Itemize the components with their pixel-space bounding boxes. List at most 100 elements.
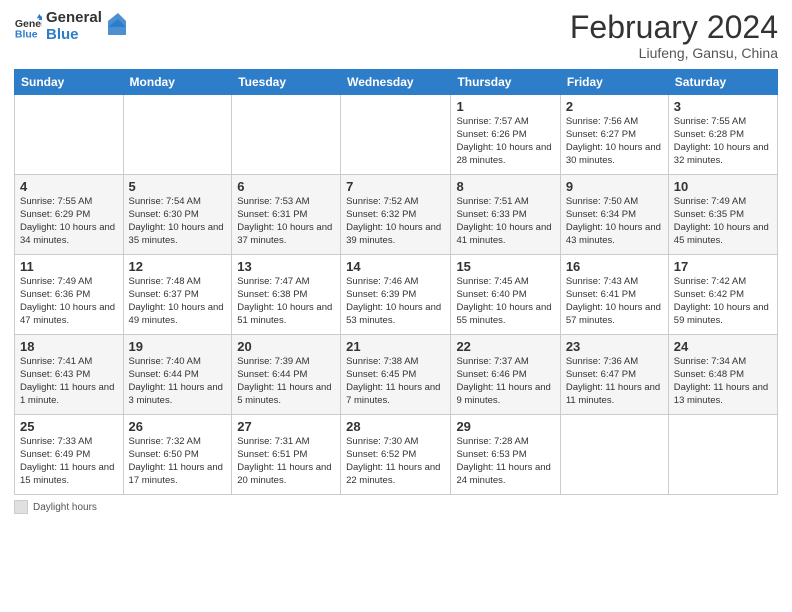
location: Liufeng, Gansu, China <box>570 45 778 61</box>
calendar-cell: 27Sunrise: 7:31 AM Sunset: 6:51 PM Dayli… <box>232 415 341 495</box>
day-number: 7 <box>346 179 445 194</box>
calendar-cell: 23 Sunrise: 7:36 AM Sunset: 6:47 PM Dayli… <box>560 335 668 415</box>
day-number: 5 <box>129 179 227 194</box>
day-info: Sunrise: 7:38 AM Sunset: 6:45 PM Dayligh… <box>346 356 445 407</box>
calendar-cell: 6 Sunrise: 7:53 AM Sunset: 6:31 PM Daylig… <box>232 175 341 255</box>
day-info: Sunrise: 7:34 AM Sunset: 6:48 PM Dayligh… <box>674 356 772 407</box>
day-info: Sunrise: 7:28 AM Sunset: 6:53 PM Dayligh… <box>456 436 554 487</box>
calendar-cell: 16 Sunrise: 7:43 AM Sunset: 6:41 PM Dayli… <box>560 255 668 335</box>
calendar-header-wednesday: Wednesday <box>341 70 451 95</box>
calendar-cell <box>560 415 668 495</box>
day-info: Sunrise: 7:49 AM Sunset: 6:36 PM Dayligh… <box>20 276 118 327</box>
calendar-header-friday: Friday <box>560 70 668 95</box>
legend-box <box>14 500 28 514</box>
calendar-week-0: 1 Sunrise: 7:57 AM Sunset: 6:26 PM Daylig… <box>15 95 778 175</box>
day-info: Sunrise: 7:57 AM Sunset: 6:26 PM Dayligh… <box>456 116 554 167</box>
day-number: 16 <box>566 259 663 274</box>
footer: Daylight hours <box>14 500 778 514</box>
day-number: 20 <box>237 339 335 354</box>
calendar-cell: 5Sunrise: 7:54 AM Sunset: 6:30 PM Daylig… <box>123 175 232 255</box>
day-info: Sunrise: 7:42 AM Sunset: 6:42 PM Dayligh… <box>674 276 772 327</box>
day-number: 1 <box>456 99 554 114</box>
calendar-cell: 28Sunrise: 7:30 AM Sunset: 6:52 PM Dayli… <box>341 415 451 495</box>
logo-blue: Blue <box>46 27 102 44</box>
day-number: 19 <box>129 339 227 354</box>
title-block: February 2024 Liufeng, Gansu, China <box>570 10 778 61</box>
day-number: 25 <box>20 419 118 434</box>
day-number: 3 <box>674 99 772 114</box>
day-number: 10 <box>674 179 772 194</box>
calendar-cell: 14 Sunrise: 7:46 AM Sunset: 6:39 PM Dayli… <box>341 255 451 335</box>
calendar-cell: 26Sunrise: 7:32 AM Sunset: 6:50 PM Dayli… <box>123 415 232 495</box>
day-info: Sunrise: 7:46 AM Sunset: 6:39 PM Dayligh… <box>346 276 445 327</box>
calendar-header-sunday: Sunday <box>15 70 124 95</box>
day-number: 14 <box>346 259 445 274</box>
calendar-cell: 8 Sunrise: 7:51 AM Sunset: 6:33 PM Daylig… <box>451 175 560 255</box>
day-info: Sunrise: 7:36 AM Sunset: 6:47 PM Dayligh… <box>566 356 663 407</box>
calendar-header-row: SundayMondayTuesdayWednesdayThursdayFrid… <box>15 70 778 95</box>
day-number: 28 <box>346 419 445 434</box>
day-info: Sunrise: 7:37 AM Sunset: 6:46 PM Dayligh… <box>456 356 554 407</box>
calendar-cell <box>668 415 777 495</box>
day-info: Sunrise: 7:39 AM Sunset: 6:44 PM Dayligh… <box>237 356 335 407</box>
day-number: 15 <box>456 259 554 274</box>
footer-legend: Daylight hours <box>14 500 97 514</box>
calendar-week-2: 11 Sunrise: 7:49 AM Sunset: 6:36 PM Dayli… <box>15 255 778 335</box>
calendar-cell: 2 Sunrise: 7:56 AM Sunset: 6:27 PM Daylig… <box>560 95 668 175</box>
calendar-header-monday: Monday <box>123 70 232 95</box>
calendar-cell: 4 Sunrise: 7:55 AM Sunset: 6:29 PM Daylig… <box>15 175 124 255</box>
day-number: 4 <box>20 179 118 194</box>
calendar-week-1: 4 Sunrise: 7:55 AM Sunset: 6:29 PM Daylig… <box>15 175 778 255</box>
month-title: February 2024 <box>570 10 778 45</box>
logo-wave-icon <box>108 13 126 35</box>
calendar-cell: 22Sunrise: 7:37 AM Sunset: 6:46 PM Dayli… <box>451 335 560 415</box>
logo-general: General <box>46 10 102 27</box>
calendar-table: SundayMondayTuesdayWednesdayThursdayFrid… <box>14 69 778 495</box>
calendar-cell <box>15 95 124 175</box>
calendar-cell: 24Sunrise: 7:34 AM Sunset: 6:48 PM Dayli… <box>668 335 777 415</box>
day-info: Sunrise: 7:47 AM Sunset: 6:38 PM Dayligh… <box>237 276 335 327</box>
day-number: 9 <box>566 179 663 194</box>
day-info: Sunrise: 7:32 AM Sunset: 6:50 PM Dayligh… <box>129 436 227 487</box>
header: General Blue General Blue February 2024 … <box>14 10 778 61</box>
day-number: 8 <box>456 179 554 194</box>
day-info: Sunrise: 7:45 AM Sunset: 6:40 PM Dayligh… <box>456 276 554 327</box>
day-number: 23 <box>566 339 663 354</box>
day-number: 21 <box>346 339 445 354</box>
calendar-cell: 17 Sunrise: 7:42 AM Sunset: 6:42 PM Dayli… <box>668 255 777 335</box>
calendar-week-3: 18Sunrise: 7:41 AM Sunset: 6:43 PM Dayli… <box>15 335 778 415</box>
calendar-cell: 11 Sunrise: 7:49 AM Sunset: 6:36 PM Dayli… <box>15 255 124 335</box>
calendar-cell: 12Sunrise: 7:48 AM Sunset: 6:37 PM Dayli… <box>123 255 232 335</box>
legend-label: Daylight hours <box>33 502 97 513</box>
logo-icon: General Blue <box>14 13 42 41</box>
day-info: Sunrise: 7:55 AM Sunset: 6:29 PM Dayligh… <box>20 196 118 247</box>
day-number: 11 <box>20 259 118 274</box>
day-number: 6 <box>237 179 335 194</box>
calendar-cell: 19 Sunrise: 7:40 AM Sunset: 6:44 PM Dayli… <box>123 335 232 415</box>
page: General Blue General Blue February 2024 … <box>0 0 792 612</box>
calendar-week-4: 25 Sunrise: 7:33 AM Sunset: 6:49 PM Dayli… <box>15 415 778 495</box>
day-number: 13 <box>237 259 335 274</box>
calendar-cell <box>341 95 451 175</box>
day-info: Sunrise: 7:43 AM Sunset: 6:41 PM Dayligh… <box>566 276 663 327</box>
calendar-cell: 15 Sunrise: 7:45 AM Sunset: 6:40 PM Dayli… <box>451 255 560 335</box>
day-info: Sunrise: 7:33 AM Sunset: 6:49 PM Dayligh… <box>20 436 118 487</box>
calendar-cell: 1 Sunrise: 7:57 AM Sunset: 6:26 PM Daylig… <box>451 95 560 175</box>
day-number: 12 <box>129 259 227 274</box>
calendar-header-thursday: Thursday <box>451 70 560 95</box>
day-info: Sunrise: 7:51 AM Sunset: 6:33 PM Dayligh… <box>456 196 554 247</box>
day-number: 2 <box>566 99 663 114</box>
calendar-header-saturday: Saturday <box>668 70 777 95</box>
day-info: Sunrise: 7:40 AM Sunset: 6:44 PM Dayligh… <box>129 356 227 407</box>
day-info: Sunrise: 7:49 AM Sunset: 6:35 PM Dayligh… <box>674 196 772 247</box>
day-info: Sunrise: 7:53 AM Sunset: 6:31 PM Dayligh… <box>237 196 335 247</box>
day-info: Sunrise: 7:31 AM Sunset: 6:51 PM Dayligh… <box>237 436 335 487</box>
calendar-cell: 20 Sunrise: 7:39 AM Sunset: 6:44 PM Dayli… <box>232 335 341 415</box>
day-info: Sunrise: 7:50 AM Sunset: 6:34 PM Dayligh… <box>566 196 663 247</box>
calendar-cell <box>232 95 341 175</box>
day-info: Sunrise: 7:55 AM Sunset: 6:28 PM Dayligh… <box>674 116 772 167</box>
calendar-cell: 3 Sunrise: 7:55 AM Sunset: 6:28 PM Daylig… <box>668 95 777 175</box>
day-info: Sunrise: 7:56 AM Sunset: 6:27 PM Dayligh… <box>566 116 663 167</box>
calendar-cell: 7Sunrise: 7:52 AM Sunset: 6:32 PM Daylig… <box>341 175 451 255</box>
day-number: 17 <box>674 259 772 274</box>
